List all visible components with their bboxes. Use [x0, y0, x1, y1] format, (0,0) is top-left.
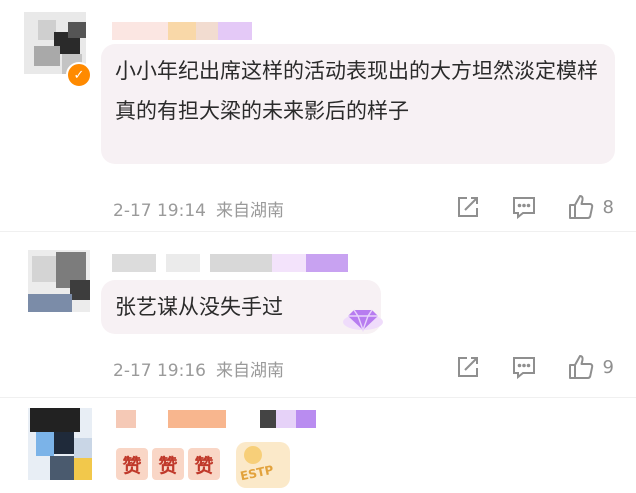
mbti-badge: ESTP	[236, 442, 290, 488]
comment-actions: 9	[455, 353, 614, 381]
share-button[interactable]	[455, 194, 481, 220]
comment-icon	[512, 357, 535, 380]
comment-list: ✓ 小小年纪出席这样的活动表现出的大方坦然淡定模样 真的有担大梁的未来影后的样子…	[0, 0, 636, 493]
comment-icon	[512, 197, 535, 220]
like-button[interactable]: 8	[567, 193, 614, 221]
comment-location: 来自湖南	[215, 361, 284, 381]
comment-item: 张艺谋从没失手过 2-17 19:16 来自湖南 9	[0, 232, 636, 397]
comment-text: 小小年纪出席这样的活动表现出的大方坦然淡定模样 真的有担大梁的未来影后的样子	[101, 44, 615, 164]
comment-item: 赞 赞 赞 ESTP	[0, 398, 636, 493]
mbti-label: ESTP	[238, 462, 275, 484]
comment-location: 来自湖南	[215, 201, 284, 221]
username-blurred[interactable]	[112, 254, 352, 274]
avatar[interactable]	[28, 250, 90, 312]
reply-button[interactable]	[511, 354, 537, 380]
comment-actions: 8	[455, 193, 614, 221]
gem-icon	[342, 302, 384, 332]
comment-meta: 2-17 19:14 来自湖南	[113, 196, 294, 221]
verified-badge-icon: ✓	[66, 62, 92, 88]
avatar[interactable]	[28, 408, 92, 480]
reply-button[interactable]	[511, 194, 537, 220]
like-icon	[568, 355, 593, 379]
like-button[interactable]: 9	[567, 353, 614, 381]
share-icon	[457, 357, 478, 377]
sticker-zan: 赞	[116, 448, 148, 480]
face-icon	[244, 446, 262, 464]
sticker-zan: 赞	[152, 448, 184, 480]
like-count: 8	[602, 196, 614, 218]
comment-time: 2-17 19:14	[113, 201, 206, 221]
like-icon	[568, 195, 593, 219]
comment-text: 张艺谋从没失手过	[101, 280, 381, 334]
username-blurred[interactable]	[116, 410, 316, 430]
like-count: 9	[602, 356, 614, 378]
comment-meta: 2-17 19:16 来自湖南	[113, 356, 294, 381]
username-blurred[interactable]	[112, 22, 262, 42]
sticker-zan: 赞	[188, 448, 220, 480]
comment-time: 2-17 19:16	[113, 361, 206, 381]
share-icon	[457, 197, 478, 217]
share-button[interactable]	[455, 354, 481, 380]
comment-item: ✓ 小小年纪出席这样的活动表现出的大方坦然淡定模样 真的有担大梁的未来影后的样子…	[0, 0, 636, 230]
